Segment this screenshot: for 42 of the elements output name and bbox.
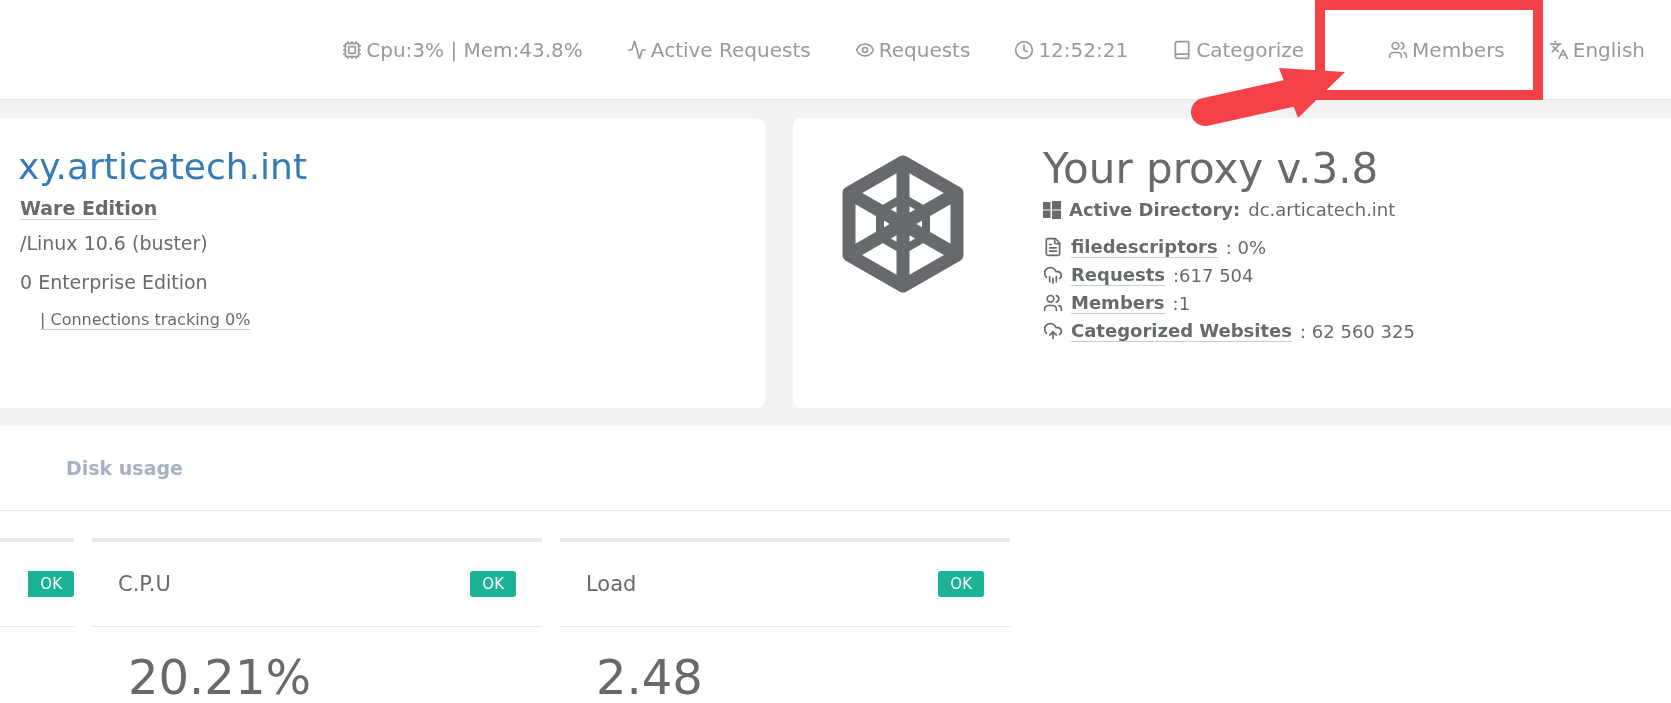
- edition-link[interactable]: Ware Edition: [20, 197, 158, 220]
- nav-link[interactable]: English: [1548, 37, 1645, 62]
- status-badge: OK: [470, 571, 516, 597]
- info-text: /Linux 10.6 (buster): [20, 232, 209, 254]
- widget-value: 20.21%: [127, 648, 313, 703]
- file-icon: [1043, 237, 1063, 257]
- stat-link[interactable]: Requests: [1071, 264, 1165, 286]
- stat-link[interactable]: Categorized Websites: [1071, 320, 1293, 342]
- stat-link[interactable]: Members: [1071, 292, 1165, 314]
- pulse-icon: [626, 39, 647, 60]
- tracking-link[interactable]: | Connections tracking 0%: [40, 310, 251, 330]
- rain-cloud-icon: [1043, 265, 1063, 285]
- nav-link[interactable]: Active Requests: [626, 37, 811, 62]
- stat-value: : 62 560 325: [1300, 320, 1415, 342]
- cloud-upload-icon: [1043, 321, 1063, 341]
- windows-icon: [1043, 200, 1061, 219]
- stat-value: : 0%: [1225, 236, 1267, 258]
- nav-link[interactable]: Cpu:3% | Mem:43.8%: [342, 37, 583, 62]
- nav-link[interactable]: Members: [1388, 37, 1505, 62]
- status-badge: OK: [938, 571, 984, 597]
- nav-link[interactable]: Requests: [854, 37, 971, 62]
- hostname-title: xy.articatech.int: [18, 146, 307, 187]
- proxy-title: Your proxy v.3.8: [1043, 144, 1380, 193]
- stat-link[interactable]: filedescriptors: [1071, 236, 1218, 258]
- directory-value: dc.articatech.int: [1248, 199, 1396, 220]
- users-icon: [1043, 293, 1063, 313]
- book-icon: [1172, 39, 1193, 60]
- widget-title: C.P.U: [118, 572, 171, 596]
- nav-link[interactable]: 12:52:21: [1014, 37, 1129, 62]
- info-text: 0 Enterprise Edition: [20, 271, 209, 293]
- clock-icon: [1014, 39, 1035, 60]
- nav-link[interactable]: Categorize: [1172, 37, 1305, 62]
- language-icon: [1548, 39, 1569, 60]
- status-badge: OK: [28, 571, 74, 597]
- widget-value: 2.48: [595, 648, 704, 703]
- tab[interactable]: Disk usage: [66, 457, 183, 479]
- cpu-icon: [342, 39, 363, 60]
- users-icon: [1388, 39, 1409, 60]
- stat-value: :1: [1172, 292, 1191, 314]
- stat-value: :617 504: [1173, 264, 1254, 286]
- directory-label: Active Directory:: [1069, 199, 1241, 220]
- widget-title: Load: [586, 572, 637, 596]
